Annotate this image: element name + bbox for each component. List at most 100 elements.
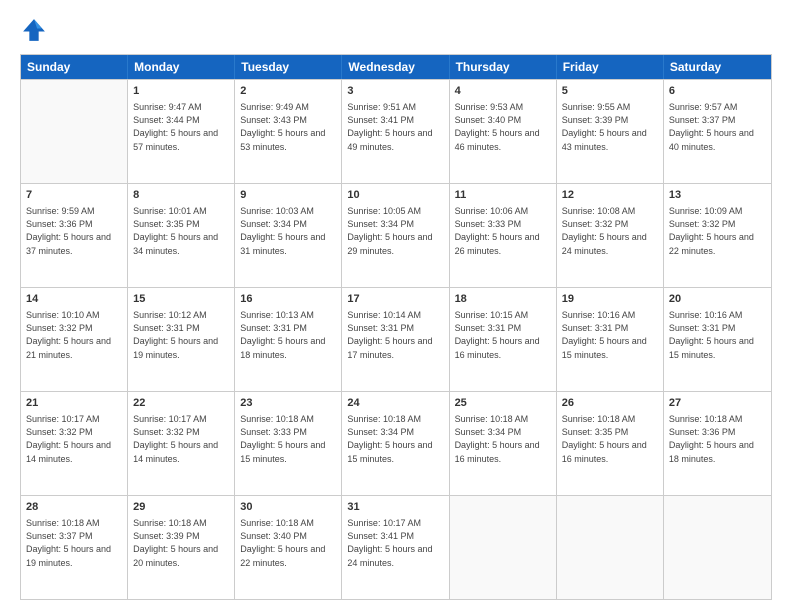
day-number: 5 (562, 84, 658, 99)
day-info: Sunrise: 9:53 AMSunset: 3:40 PMDaylight:… (455, 101, 551, 153)
day-info: Sunrise: 9:47 AMSunset: 3:44 PMDaylight:… (133, 101, 229, 153)
day-info: Sunrise: 10:18 AMSunset: 3:40 PMDaylight… (240, 517, 336, 569)
header (20, 16, 772, 44)
cal-cell-4-4: 24Sunrise: 10:18 AMSunset: 3:34 PMDaylig… (342, 392, 449, 495)
day-number: 29 (133, 500, 229, 515)
day-number: 16 (240, 292, 336, 307)
cal-cell-4-3: 23 Sunrise: 10:18 AMSunset: 3:33 PMDaylig… (235, 392, 342, 495)
day-info: Sunrise: 10:17 AMSunset: 3:41 PMDaylight… (347, 517, 443, 569)
cal-cell-3-7: 20 Sunrise: 10:16 AMSunset: 3:31 PMDaylig… (664, 288, 771, 391)
week-row-2: 7 Sunrise: 9:59 AMSunset: 3:36 PMDaylight… (21, 183, 771, 287)
cal-cell-3-4: 17 Sunrise: 10:14 AMSunset: 3:31 PMDaylig… (342, 288, 449, 391)
day-number: 9 (240, 188, 336, 203)
day-info: Sunrise: 10:09 AMSunset: 3:32 PMDaylight… (669, 205, 766, 257)
day-info: Sunrise: 10:18 AMSunset: 3:39 PMDaylight… (133, 517, 229, 569)
calendar: SundayMondayTuesdayWednesdayThursdayFrid… (20, 54, 772, 600)
day-info: Sunrise: 10:13 AMSunset: 3:31 PMDaylight… (240, 309, 336, 361)
cal-cell-1-7: 6 Sunrise: 9:57 AMSunset: 3:37 PMDaylight… (664, 80, 771, 183)
day-info: Sunrise: 10:14 AMSunset: 3:31 PMDaylight… (347, 309, 443, 361)
day-number: 6 (669, 84, 766, 99)
cal-cell-2-4: 10 Sunrise: 10:05 AMSunset: 3:34 PMDaylig… (342, 184, 449, 287)
day-number: 23 (240, 396, 336, 411)
cal-cell-5-2: 29 Sunrise: 10:18 AMSunset: 3:39 PMDaylig… (128, 496, 235, 599)
day-number: 30 (240, 500, 336, 515)
cal-cell-2-6: 12 Sunrise: 10:08 AMSunset: 3:32 PMDaylig… (557, 184, 664, 287)
calendar-header: SundayMondayTuesdayWednesdayThursdayFrid… (21, 55, 771, 79)
header-day-thursday: Thursday (450, 55, 557, 79)
day-number: 2 (240, 84, 336, 99)
header-day-wednesday: Wednesday (342, 55, 449, 79)
day-info: Sunrise: 10:15 AMSunset: 3:31 PMDaylight… (455, 309, 551, 361)
day-number: 3 (347, 84, 443, 99)
day-number: 13 (669, 188, 766, 203)
day-info: Sunrise: 10:16 AMSunset: 3:31 PMDaylight… (562, 309, 658, 361)
day-info: Sunrise: 10:18 AMSunset: 3:37 PMDaylight… (26, 517, 122, 569)
cal-cell-5-5 (450, 496, 557, 599)
cal-cell-5-1: 28Sunrise: 10:18 AMSunset: 3:37 PMDaylig… (21, 496, 128, 599)
cal-cell-1-4: 3 Sunrise: 9:51 AMSunset: 3:41 PMDaylight… (342, 80, 449, 183)
calendar-body: 1Sunrise: 9:47 AMSunset: 3:44 PMDaylight… (21, 79, 771, 599)
cal-cell-1-3: 2 Sunrise: 9:49 AMSunset: 3:43 PMDaylight… (235, 80, 342, 183)
cal-cell-3-6: 19 Sunrise: 10:16 AMSunset: 3:31 PMDaylig… (557, 288, 664, 391)
day-info: Sunrise: 10:18 AMSunset: 3:33 PMDaylight… (240, 413, 336, 465)
cal-cell-1-2: 1Sunrise: 9:47 AMSunset: 3:44 PMDaylight… (128, 80, 235, 183)
day-number: 22 (133, 396, 229, 411)
day-number: 12 (562, 188, 658, 203)
cal-cell-3-3: 16 Sunrise: 10:13 AMSunset: 3:31 PMDaylig… (235, 288, 342, 391)
cal-cell-5-7 (664, 496, 771, 599)
cal-cell-4-1: 21Sunrise: 10:17 AMSunset: 3:32 PMDaylig… (21, 392, 128, 495)
day-number: 26 (562, 396, 658, 411)
day-info: Sunrise: 9:49 AMSunset: 3:43 PMDaylight:… (240, 101, 336, 153)
cal-cell-4-2: 22 Sunrise: 10:17 AMSunset: 3:32 PMDaylig… (128, 392, 235, 495)
page: SundayMondayTuesdayWednesdayThursdayFrid… (0, 0, 792, 612)
day-info: Sunrise: 10:06 AMSunset: 3:33 PMDaylight… (455, 205, 551, 257)
day-info: Sunrise: 10:17 AMSunset: 3:32 PMDaylight… (26, 413, 122, 465)
logo (20, 16, 52, 44)
day-number: 8 (133, 188, 229, 203)
day-info: Sunrise: 9:57 AMSunset: 3:37 PMDaylight:… (669, 101, 766, 153)
day-info: Sunrise: 9:55 AMSunset: 3:39 PMDaylight:… (562, 101, 658, 153)
week-row-5: 28Sunrise: 10:18 AMSunset: 3:37 PMDaylig… (21, 495, 771, 599)
day-info: Sunrise: 9:51 AMSunset: 3:41 PMDaylight:… (347, 101, 443, 153)
day-number: 24 (347, 396, 443, 411)
cal-cell-1-1 (21, 80, 128, 183)
cal-cell-2-3: 9 Sunrise: 10:03 AMSunset: 3:34 PMDayligh… (235, 184, 342, 287)
day-number: 4 (455, 84, 551, 99)
cal-cell-3-1: 14Sunrise: 10:10 AMSunset: 3:32 PMDaylig… (21, 288, 128, 391)
cal-cell-1-6: 5 Sunrise: 9:55 AMSunset: 3:39 PMDaylight… (557, 80, 664, 183)
cal-cell-5-3: 30 Sunrise: 10:18 AMSunset: 3:40 PMDaylig… (235, 496, 342, 599)
day-info: Sunrise: 10:08 AMSunset: 3:32 PMDaylight… (562, 205, 658, 257)
day-number: 10 (347, 188, 443, 203)
header-day-sunday: Sunday (21, 55, 128, 79)
day-number: 17 (347, 292, 443, 307)
cal-cell-2-7: 13 Sunrise: 10:09 AMSunset: 3:32 PMDaylig… (664, 184, 771, 287)
cal-cell-2-5: 11 Sunrise: 10:06 AMSunset: 3:33 PMDaylig… (450, 184, 557, 287)
header-day-tuesday: Tuesday (235, 55, 342, 79)
cal-cell-1-5: 4 Sunrise: 9:53 AMSunset: 3:40 PMDaylight… (450, 80, 557, 183)
day-number: 19 (562, 292, 658, 307)
cal-cell-3-2: 15Sunrise: 10:12 AMSunset: 3:31 PMDaylig… (128, 288, 235, 391)
day-info: Sunrise: 10:03 AMSunset: 3:34 PMDaylight… (240, 205, 336, 257)
day-info: Sunrise: 10:18 AMSunset: 3:34 PMDaylight… (455, 413, 551, 465)
week-row-4: 21Sunrise: 10:17 AMSunset: 3:32 PMDaylig… (21, 391, 771, 495)
cal-cell-4-5: 25Sunrise: 10:18 AMSunset: 3:34 PMDaylig… (450, 392, 557, 495)
week-row-3: 14Sunrise: 10:10 AMSunset: 3:32 PMDaylig… (21, 287, 771, 391)
day-info: Sunrise: 10:16 AMSunset: 3:31 PMDaylight… (669, 309, 766, 361)
week-row-1: 1Sunrise: 9:47 AMSunset: 3:44 PMDaylight… (21, 79, 771, 183)
day-info: Sunrise: 10:12 AMSunset: 3:31 PMDaylight… (133, 309, 229, 361)
day-number: 31 (347, 500, 443, 515)
day-number: 11 (455, 188, 551, 203)
day-number: 20 (669, 292, 766, 307)
cal-cell-4-6: 26 Sunrise: 10:18 AMSunset: 3:35 PMDaylig… (557, 392, 664, 495)
header-day-monday: Monday (128, 55, 235, 79)
day-info: Sunrise: 10:05 AMSunset: 3:34 PMDaylight… (347, 205, 443, 257)
day-info: Sunrise: 9:59 AMSunset: 3:36 PMDaylight:… (26, 205, 122, 257)
cal-cell-5-6 (557, 496, 664, 599)
day-info: Sunrise: 10:18 AMSunset: 3:35 PMDaylight… (562, 413, 658, 465)
day-info: Sunrise: 10:18 AMSunset: 3:36 PMDaylight… (669, 413, 766, 465)
cal-cell-4-7: 27 Sunrise: 10:18 AMSunset: 3:36 PMDaylig… (664, 392, 771, 495)
day-info: Sunrise: 10:17 AMSunset: 3:32 PMDaylight… (133, 413, 229, 465)
logo-icon (20, 16, 48, 44)
day-number: 7 (26, 188, 122, 203)
day-number: 27 (669, 396, 766, 411)
